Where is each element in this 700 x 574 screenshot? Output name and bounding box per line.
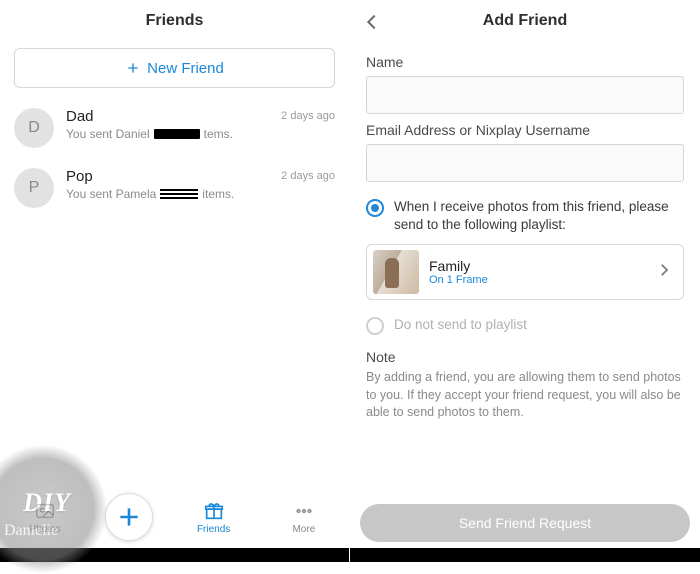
add-friend-form: Name Email Address or Nixplay Username W…	[350, 42, 700, 562]
redacted-block	[154, 129, 200, 139]
new-friend-label: New Friend	[147, 60, 224, 77]
chevron-left-icon	[361, 11, 383, 33]
name-input[interactable]	[366, 76, 684, 114]
add-friend-title: Add Friend	[483, 12, 567, 30]
add-friend-header: Add Friend	[350, 0, 700, 42]
radio-unselected-icon	[366, 317, 384, 335]
note-body: By adding a friend, you are allowing the…	[366, 369, 684, 422]
gift-icon	[203, 500, 225, 522]
photos-icon	[34, 500, 56, 522]
option-send-to-playlist[interactable]: When I receive photos from this friend, …	[366, 198, 684, 234]
playlist-thumbnail	[373, 250, 419, 294]
friend-row[interactable]: D Dad You sent Daniel tems. 2 days ago	[0, 98, 349, 158]
add-fab[interactable]	[105, 493, 153, 541]
name-label: Name	[366, 54, 684, 70]
friend-name: Pop	[66, 168, 269, 185]
playlist-subtitle: On 1 Frame	[429, 274, 645, 286]
send-friend-request-button[interactable]: Send Friend Request	[360, 504, 690, 542]
friends-screen: Friends New Friend D Dad You sent Daniel…	[0, 0, 350, 562]
redacted-block	[160, 189, 198, 199]
friend-timestamp: 2 days ago	[281, 170, 335, 182]
note-heading: Note	[366, 349, 684, 365]
friends-title: Friends	[146, 12, 204, 30]
friend-row[interactable]: P Pop You sent Pamela items. 2 days ago	[0, 158, 349, 218]
back-button[interactable]	[358, 8, 386, 36]
playlist-selector[interactable]: Family On 1 Frame	[366, 244, 684, 300]
new-friend-button[interactable]: New Friend	[14, 48, 335, 88]
friend-subtitle: You sent Pamela items.	[66, 187, 269, 201]
email-input[interactable]	[366, 144, 684, 182]
chevron-right-icon	[655, 261, 673, 284]
avatar: D	[14, 108, 54, 148]
friend-name: Dad	[66, 108, 269, 125]
avatar: P	[14, 168, 54, 208]
radio-selected-icon	[366, 199, 384, 217]
tab-bar: Photos Friends More	[0, 486, 349, 548]
tab-photos[interactable]: Photos	[15, 500, 75, 535]
plus-icon	[125, 60, 141, 76]
option-no-playlist[interactable]: Do not send to playlist	[366, 316, 684, 335]
plus-icon	[116, 504, 142, 530]
more-icon	[293, 500, 315, 522]
friend-subtitle: You sent Daniel tems.	[66, 127, 269, 141]
tab-more[interactable]: More	[274, 500, 334, 535]
playlist-name: Family	[429, 258, 645, 274]
email-label: Email Address or Nixplay Username	[366, 122, 684, 138]
friend-timestamp: 2 days ago	[281, 110, 335, 122]
add-friend-screen: Add Friend Name Email Address or Nixplay…	[350, 0, 700, 562]
home-indicator-strip	[350, 548, 700, 562]
home-indicator-strip	[0, 548, 349, 562]
tab-friends[interactable]: Friends	[184, 500, 244, 535]
friends-header: Friends	[0, 0, 349, 42]
